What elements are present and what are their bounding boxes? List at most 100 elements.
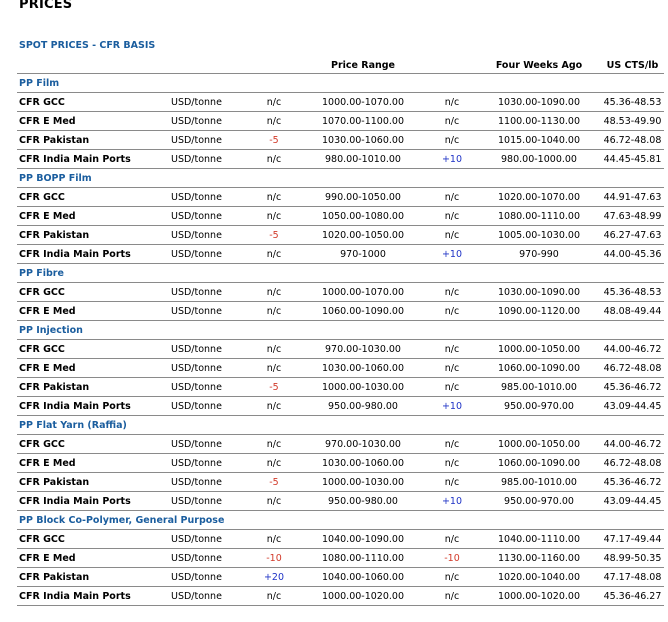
cell-change: n/c	[249, 453, 299, 473]
section-heading-row: PP Injection	[17, 320, 664, 340]
header-cell-change-4w	[427, 57, 477, 74]
cell-price-range: 970.00-1030.00	[299, 339, 427, 359]
section-heading-row: PP BOPP Film	[17, 168, 664, 188]
cell-four-weeks-ago: 1090.00-1120.00	[477, 301, 601, 321]
cell-change-4w: n/c	[427, 358, 477, 378]
cell-unit: USD/tonne	[169, 567, 249, 587]
cell-market: CFR GCC	[17, 187, 169, 207]
cell-change: n/c	[249, 358, 299, 378]
section-heading-row: PP Film	[17, 73, 664, 93]
cell-change: n/c	[249, 111, 299, 131]
cell-us-cts-lb: 47.63-48.99	[601, 206, 664, 226]
section-heading: PP Flat Yarn (Raffia)	[17, 415, 664, 435]
cell-change: n/c	[249, 529, 299, 549]
section-heading: PP Fibre	[17, 263, 664, 283]
cell-four-weeks-ago: 985.00-1010.00	[477, 377, 601, 397]
cell-us-cts-lb: 45.36-46.72	[601, 377, 664, 397]
cell-change: n/c	[249, 491, 299, 511]
header-us-cts-lb: US CTS/lb	[601, 57, 664, 74]
cell-change-4w: +10	[427, 149, 477, 169]
cell-price-range: 970.00-1030.00	[299, 434, 427, 454]
cell-unit: USD/tonne	[169, 548, 249, 568]
cell-market: CFR India Main Ports	[17, 586, 169, 606]
cell-price-range: 1000.00-1070.00	[299, 92, 427, 112]
cell-market: CFR E Med	[17, 301, 169, 321]
cell-market: CFR Pakistan	[17, 472, 169, 492]
table-row: CFR India Main Ports USD/tonne n/c 950.00-9…	[17, 396, 664, 416]
table-row: CFR E Med USD/tonne n/c 1050.00-1080.00 n/c 1…	[17, 206, 664, 226]
table-row: CFR GCC USD/tonne n/c 970.00-1030.00 n/c 1000…	[17, 434, 664, 454]
page-title: PRICES	[19, 0, 73, 12]
cell-market: CFR Pakistan	[17, 130, 169, 150]
cell-four-weeks-ago: 1080.00-1110.00	[477, 206, 601, 226]
section-heading-row: PP Fibre	[17, 263, 664, 283]
header-cell-change	[249, 57, 299, 74]
cell-four-weeks-ago: 1000.00-1050.00	[477, 434, 601, 454]
cell-change: n/c	[249, 244, 299, 264]
cell-price-range: 1030.00-1060.00	[299, 358, 427, 378]
cell-price-range: 1030.00-1060.00	[299, 130, 427, 150]
cell-change-4w: +10	[427, 396, 477, 416]
cell-price-range: 1030.00-1060.00	[299, 453, 427, 473]
cell-four-weeks-ago: 1030.00-1090.00	[477, 282, 601, 302]
cell-us-cts-lb: 46.72-48.08	[601, 358, 664, 378]
cell-price-range: 950.00-980.00	[299, 396, 427, 416]
section-heading: PP Injection	[17, 320, 664, 340]
cell-four-weeks-ago: 1020.00-1070.00	[477, 187, 601, 207]
cell-four-weeks-ago: 1060.00-1090.00	[477, 358, 601, 378]
cell-change: n/c	[249, 301, 299, 321]
cell-us-cts-lb: 46.27-47.63	[601, 225, 664, 245]
cell-price-range: 950.00-980.00	[299, 491, 427, 511]
cell-unit: USD/tonne	[169, 206, 249, 226]
cell-us-cts-lb: 44.00-46.72	[601, 339, 664, 359]
cell-unit: USD/tonne	[169, 339, 249, 359]
cell-price-range: 1040.00-1060.00	[299, 567, 427, 587]
cell-unit: USD/tonne	[169, 529, 249, 549]
cell-us-cts-lb: 43.09-44.45	[601, 396, 664, 416]
cell-change-4w: n/c	[427, 282, 477, 302]
cell-market: CFR Pakistan	[17, 225, 169, 245]
cell-unit: USD/tonne	[169, 396, 249, 416]
cell-market: CFR India Main Ports	[17, 244, 169, 264]
cell-change-4w: +10	[427, 244, 477, 264]
cell-change-4w: n/c	[427, 339, 477, 359]
cell-market: CFR Pakistan	[17, 567, 169, 587]
cell-four-weeks-ago: 1020.00-1040.00	[477, 567, 601, 587]
cell-us-cts-lb: 44.45-45.81	[601, 149, 664, 169]
cell-four-weeks-ago: 970-990	[477, 244, 601, 264]
table-row: CFR Pakistan USD/tonne +20 1040.00-1060.00 n…	[17, 567, 664, 587]
cell-change: n/c	[249, 187, 299, 207]
cell-price-range: 1000.00-1070.00	[299, 282, 427, 302]
cell-change: n/c	[249, 339, 299, 359]
header-cell-unit	[169, 57, 249, 74]
cell-four-weeks-ago: 1100.00-1130.00	[477, 111, 601, 131]
cell-four-weeks-ago: 1030.00-1090.00	[477, 92, 601, 112]
cell-us-cts-lb: 44.00-45.36	[601, 244, 664, 264]
cell-change: n/c	[249, 396, 299, 416]
table-row: CFR GCC USD/tonne n/c 1040.00-1090.00 n/c 104…	[17, 529, 664, 549]
cell-four-weeks-ago: 1060.00-1090.00	[477, 453, 601, 473]
section-heading-row: PP Block Co-Polymer, General Purpose	[17, 510, 664, 530]
header-four-weeks-ago: Four Weeks Ago	[477, 57, 601, 74]
cell-market: CFR Pakistan	[17, 377, 169, 397]
cell-unit: USD/tonne	[169, 453, 249, 473]
cell-us-cts-lb: 44.00-46.72	[601, 434, 664, 454]
cell-market: CFR E Med	[17, 453, 169, 473]
table-header-row: Price Range Four Weeks Ago US CTS/lb	[17, 57, 664, 74]
table-row: CFR E Med USD/tonne n/c 1030.00-1060.00 n/c 1…	[17, 453, 664, 473]
cell-unit: USD/tonne	[169, 225, 249, 245]
table-row: CFR Pakistan USD/tonne -5 1000.00-1030.00 n/…	[17, 377, 664, 397]
cell-change-4w: n/c	[427, 434, 477, 454]
prices-table: Price Range Four Weeks Ago US CTS/lb PP …	[17, 57, 664, 606]
cell-unit: USD/tonne	[169, 282, 249, 302]
cell-unit: USD/tonne	[169, 187, 249, 207]
cell-four-weeks-ago: 1000.00-1050.00	[477, 339, 601, 359]
cell-four-weeks-ago: 950.00-970.00	[477, 396, 601, 416]
cell-unit: USD/tonne	[169, 149, 249, 169]
cell-change: -5	[249, 225, 299, 245]
cell-change: n/c	[249, 586, 299, 606]
section-heading: PP Block Co-Polymer, General Purpose	[17, 510, 664, 530]
table-row: CFR India Main Ports USD/tonne n/c 1000.00-…	[17, 586, 664, 606]
cell-change-4w: n/c	[427, 130, 477, 150]
table-row: CFR Pakistan USD/tonne -5 1020.00-1050.00 n/…	[17, 225, 664, 245]
